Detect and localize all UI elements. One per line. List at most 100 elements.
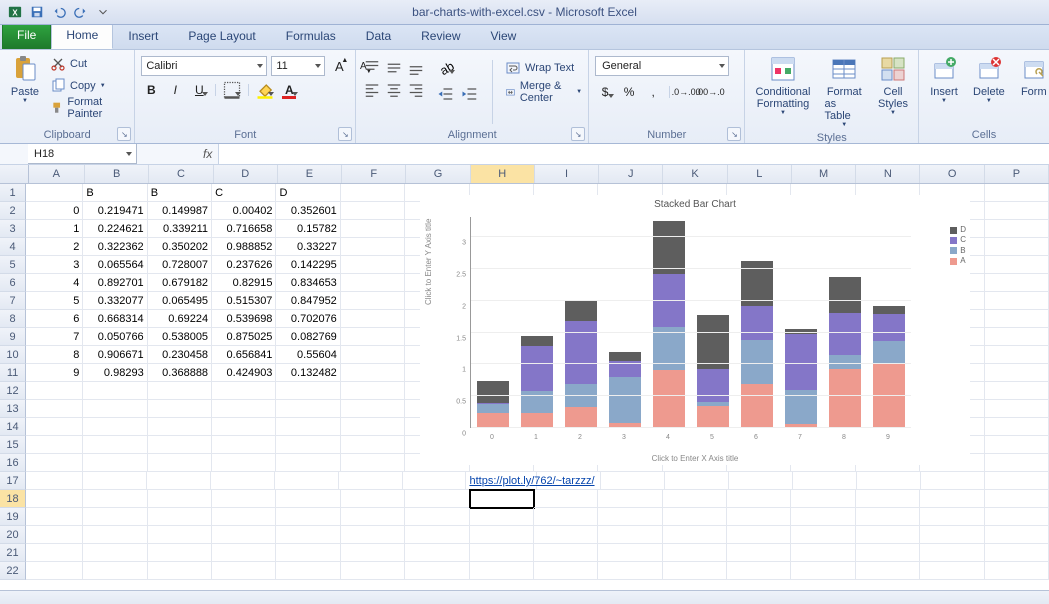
cell[interactable]: [791, 562, 855, 580]
cell[interactable]: [856, 562, 920, 580]
formula-input[interactable]: [219, 144, 1049, 164]
cell[interactable]: [534, 544, 598, 562]
tab-view[interactable]: View: [476, 24, 532, 49]
cell[interactable]: [663, 526, 727, 544]
cell[interactable]: [534, 526, 598, 544]
cell[interactable]: [856, 544, 920, 562]
cell[interactable]: [920, 490, 984, 508]
cell[interactable]: [985, 526, 1049, 544]
cell[interactable]: 0.834653: [276, 274, 340, 292]
cell[interactable]: [985, 238, 1049, 256]
cell[interactable]: [985, 292, 1049, 310]
cell[interactable]: [212, 508, 276, 526]
cell[interactable]: [405, 490, 469, 508]
insert-cells-button[interactable]: Insert ▼: [925, 52, 963, 107]
chart[interactable]: Stacked Bar Chart Click to Enter Y Axis …: [420, 195, 970, 465]
cell[interactable]: [341, 220, 405, 238]
cell[interactable]: [26, 418, 83, 436]
cell[interactable]: [276, 436, 340, 454]
conditional-formatting-button[interactable]: Conditional Formatting ▼: [751, 52, 814, 119]
cell[interactable]: [26, 472, 83, 490]
italic-button[interactable]: I: [165, 80, 185, 100]
tab-page-layout[interactable]: Page Layout: [173, 24, 270, 49]
cell[interactable]: 4: [26, 274, 83, 292]
cell[interactable]: [985, 544, 1049, 562]
cell[interactable]: [148, 562, 212, 580]
cell[interactable]: [26, 400, 83, 418]
cell[interactable]: 0.82915: [212, 274, 276, 292]
cell[interactable]: 0.224621: [83, 220, 147, 238]
cell[interactable]: [83, 526, 147, 544]
cell[interactable]: [598, 544, 662, 562]
cell[interactable]: [148, 526, 212, 544]
cell[interactable]: [212, 436, 276, 454]
cell[interactable]: [663, 544, 727, 562]
column-header-L[interactable]: L: [728, 165, 792, 183]
row-header[interactable]: 15: [0, 436, 26, 454]
row-header[interactable]: 18: [0, 490, 26, 508]
cell[interactable]: [341, 436, 405, 454]
cell[interactable]: [341, 292, 405, 310]
cell[interactable]: https://plot.ly/762/~tarzzz/: [466, 472, 537, 490]
cell[interactable]: 1: [26, 220, 83, 238]
cell[interactable]: [26, 562, 83, 580]
cell[interactable]: [856, 508, 920, 526]
cell[interactable]: [341, 490, 405, 508]
cell[interactable]: 0.716658: [212, 220, 276, 238]
cell[interactable]: [341, 274, 405, 292]
cell[interactable]: [341, 382, 405, 400]
redo-icon[interactable]: [72, 3, 90, 21]
cell[interactable]: [470, 508, 534, 526]
cell[interactable]: 0.892701: [83, 274, 147, 292]
qat-customize-icon[interactable]: [94, 3, 112, 21]
delete-cells-button[interactable]: Delete ▼: [969, 52, 1009, 107]
tab-insert[interactable]: Insert: [113, 24, 173, 49]
column-header-H[interactable]: H: [471, 165, 535, 183]
cell[interactable]: [83, 382, 147, 400]
cell[interactable]: 0.352601: [276, 202, 340, 220]
cell[interactable]: [341, 544, 405, 562]
column-header-J[interactable]: J: [599, 165, 663, 183]
cell[interactable]: [148, 544, 212, 562]
cell[interactable]: [663, 508, 727, 526]
cell[interactable]: [985, 562, 1049, 580]
cell[interactable]: [212, 562, 276, 580]
cell[interactable]: 0.368888: [148, 364, 212, 382]
cell[interactable]: [341, 328, 405, 346]
cell[interactable]: 0.050766: [83, 328, 147, 346]
cell[interactable]: [921, 472, 985, 490]
cell[interactable]: [727, 508, 791, 526]
alignment-launcher-icon[interactable]: ↘: [571, 127, 585, 141]
cell[interactable]: [341, 418, 405, 436]
cell[interactable]: 0.332077: [83, 292, 147, 310]
cell[interactable]: 0.906671: [83, 346, 147, 364]
column-header-N[interactable]: N: [856, 165, 920, 183]
font-size-select[interactable]: 11: [271, 56, 325, 76]
clipboard-launcher-icon[interactable]: ↘: [117, 127, 131, 141]
cell[interactable]: [26, 382, 83, 400]
increase-indent-button[interactable]: [460, 84, 480, 104]
cell[interactable]: 8: [26, 346, 83, 364]
row-header[interactable]: 14: [0, 418, 26, 436]
cell[interactable]: [148, 454, 212, 472]
cell[interactable]: [276, 508, 340, 526]
cell[interactable]: [791, 526, 855, 544]
underline-button[interactable]: U: [189, 80, 209, 100]
cell[interactable]: [985, 184, 1049, 202]
font-launcher-icon[interactable]: ↘: [338, 127, 352, 141]
cell[interactable]: 0: [26, 202, 83, 220]
align-bottom-button[interactable]: [406, 58, 426, 78]
cell[interactable]: [405, 562, 469, 580]
cell[interactable]: [985, 508, 1049, 526]
cell[interactable]: [276, 454, 340, 472]
cell[interactable]: [405, 544, 469, 562]
cell[interactable]: [83, 400, 147, 418]
cell[interactable]: [276, 490, 340, 508]
cell[interactable]: [985, 418, 1049, 436]
cell[interactable]: 0.875025: [212, 328, 276, 346]
cell[interactable]: 0.065495: [148, 292, 212, 310]
row-header[interactable]: 21: [0, 544, 26, 562]
cell[interactable]: [665, 472, 729, 490]
cell[interactable]: 0.728007: [148, 256, 212, 274]
row-header[interactable]: 11: [0, 364, 26, 382]
